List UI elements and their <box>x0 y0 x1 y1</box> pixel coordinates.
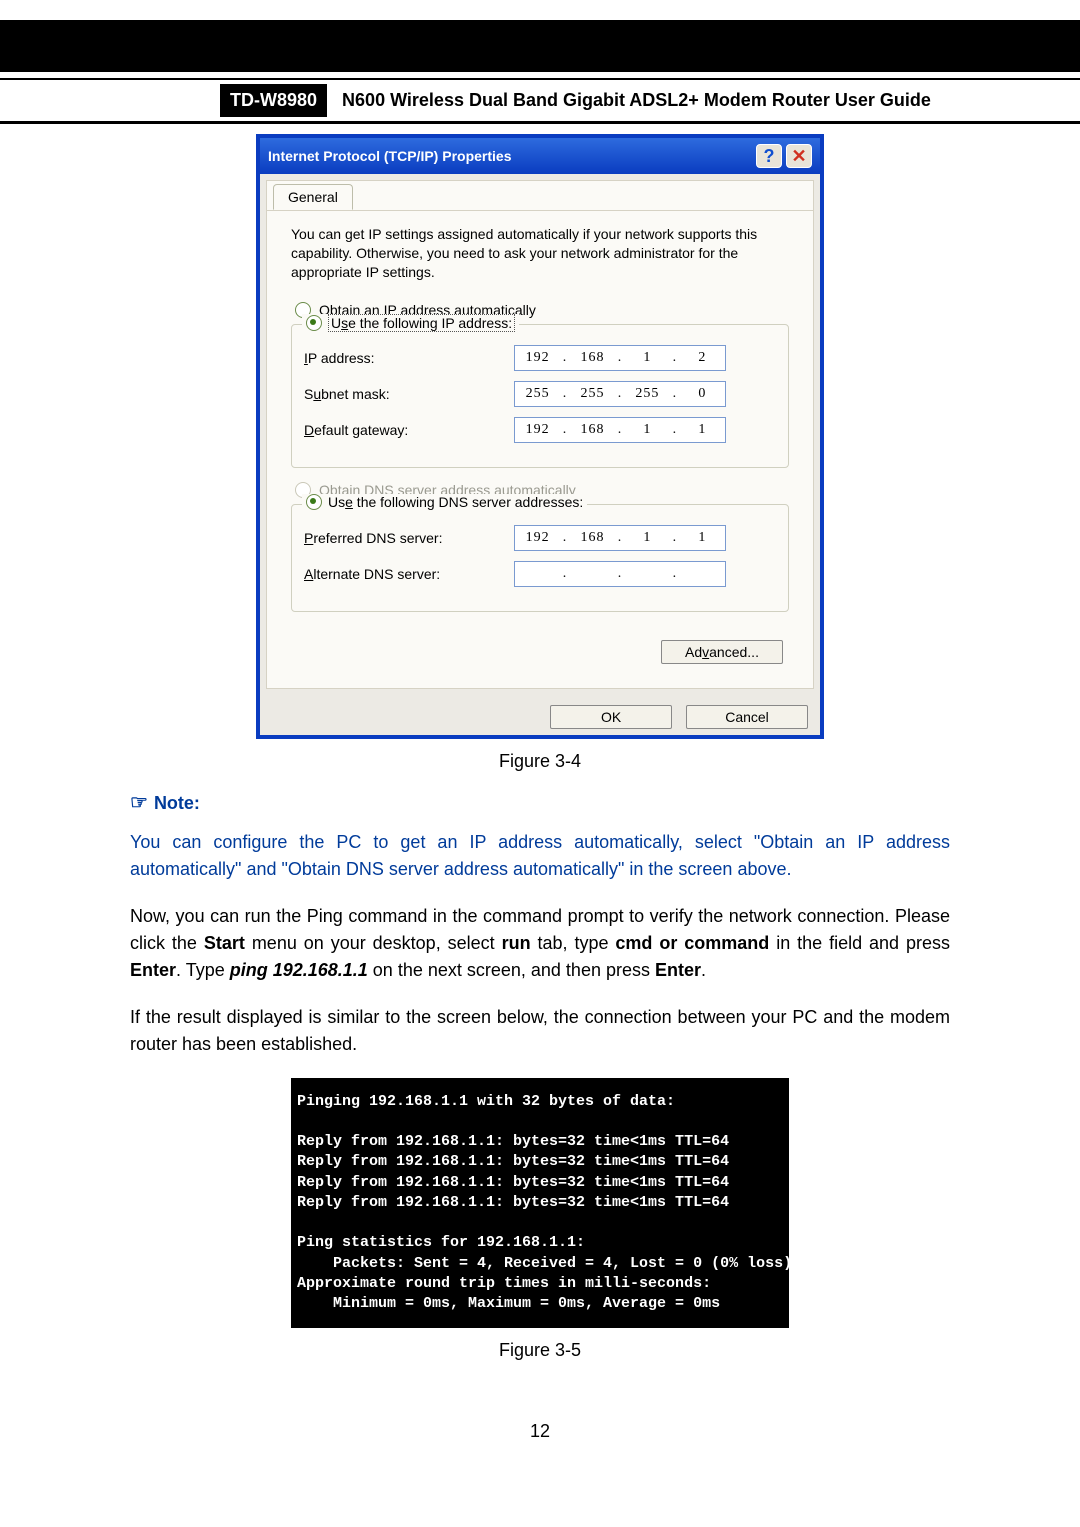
tcpip-dialog: Internet Protocol (TCP/IP) Properties ? … <box>256 134 824 739</box>
pref-dns-input[interactable]: 192. 168. 1. 1 <box>514 525 726 551</box>
dialog-description: You can get IP settings assigned automat… <box>291 225 789 282</box>
paragraph-result: If the result displayed is similar to th… <box>130 1004 950 1058</box>
radio-use-dns-label: Use the following DNS server addresses: <box>328 494 583 510</box>
model-badge: TD-W8980 <box>220 84 327 117</box>
cmd-output: Pinging 192.168.1.1 with 32 bytes of dat… <box>291 1078 789 1329</box>
cancel-button[interactable]: Cancel <box>686 705 808 729</box>
pointing-hand-icon: ☞ <box>130 792 148 814</box>
advanced-button[interactable]: Advanced... <box>661 640 783 664</box>
help-icon[interactable]: ? <box>756 144 782 168</box>
note-text: You can configure the PC to get an IP ad… <box>130 829 950 883</box>
page-number: 12 <box>0 1421 1080 1442</box>
top-black-bar <box>0 20 1080 72</box>
radio-use-ip-label: Use the following IP address: <box>328 314 515 332</box>
radio-use-dns[interactable] <box>306 494 322 510</box>
close-icon[interactable]: ✕ <box>786 144 812 168</box>
gateway-label: Default gateway: <box>304 422 514 438</box>
doc-header: TD-W8980 N600 Wireless Dual Band Gigabit… <box>0 78 1080 124</box>
dialog-titlebar: Internet Protocol (TCP/IP) Properties ? … <box>260 138 820 174</box>
paragraph-run-ping: Now, you can run the Ping command in the… <box>130 903 950 984</box>
gateway-input[interactable]: 192. 168. 1. 1 <box>514 417 726 443</box>
ok-button[interactable]: OK <box>550 705 672 729</box>
alt-dns-label: Alternate DNS server: <box>304 566 514 582</box>
figure-caption-1: Figure 3-4 <box>0 751 1080 772</box>
ip-address-input[interactable]: 192. 168. 1. 2 <box>514 345 726 371</box>
subnet-input[interactable]: 255. 255. 255. 0 <box>514 381 726 407</box>
pref-dns-label: Preferred DNS server: <box>304 530 514 546</box>
tab-general[interactable]: General <box>273 184 353 210</box>
dns-fieldset: Use the following DNS server addresses: … <box>291 504 789 612</box>
guide-title: N600 Wireless Dual Band Gigabit ADSL2+ M… <box>332 84 941 117</box>
subnet-label: Subnet mask: <box>304 386 514 402</box>
figure-caption-2: Figure 3-5 <box>0 1340 1080 1361</box>
dialog-title: Internet Protocol (TCP/IP) Properties <box>268 148 756 164</box>
ip-fieldset: Use the following IP address: IP address… <box>291 324 789 468</box>
note-heading: ☞Note: <box>130 790 1080 815</box>
radio-use-ip[interactable] <box>306 315 322 331</box>
ip-address-label: IP address: <box>304 350 514 366</box>
alt-dns-input[interactable]: . . . <box>514 561 726 587</box>
